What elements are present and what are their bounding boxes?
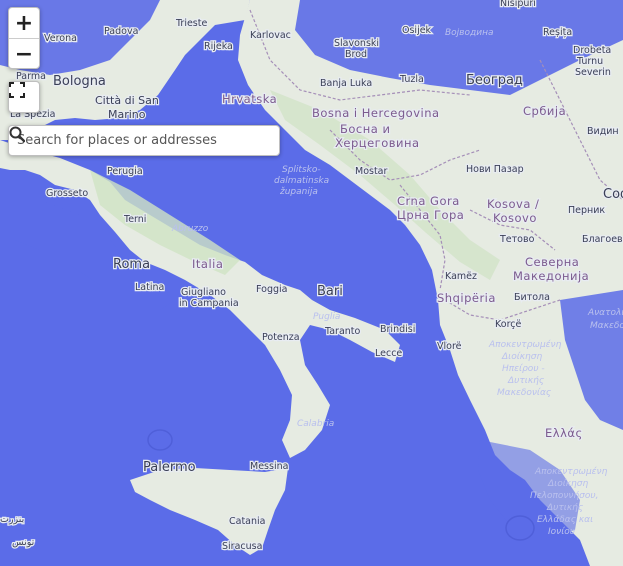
- label-palermo: Palermo: [143, 460, 196, 475]
- label-kamez: Kamëz: [445, 271, 477, 282]
- label-latina: Latina: [135, 282, 164, 293]
- label-karlovac: Karlovac: [250, 30, 291, 41]
- zoom-out-button[interactable]: −: [9, 38, 39, 68]
- label-calabria: Calabria: [297, 419, 334, 429]
- label-apok2: Διοίκηση: [501, 352, 542, 362]
- label-novi-pazar: Нови Пазар: [466, 164, 524, 175]
- label-catania: Catania: [229, 516, 265, 527]
- label-apok1: Αποκεντρωμένη: [488, 339, 562, 350]
- label-banja-luka: Banja Luka: [320, 78, 372, 89]
- label-ana-mak1: Ανατολική: [587, 308, 623, 318]
- label-trieste: Trieste: [175, 18, 207, 29]
- label-hrvatska: Hrvatska: [222, 92, 277, 106]
- label-messina: Messina: [250, 461, 288, 472]
- label-apok5: Μακεδονίας: [497, 388, 551, 398]
- label-verona: Verona: [44, 33, 77, 44]
- label-citta-san-marino: Città di San: [95, 94, 159, 107]
- label-apok-pel5: Ελλάδας και: [537, 515, 593, 525]
- label-severin: Severin: [575, 67, 611, 78]
- label-blagoevgrad: Благоев: [582, 234, 623, 245]
- label-tunis: تونس: [12, 537, 35, 548]
- label-osijek: Osijek: [402, 25, 432, 36]
- label-vlore: Vlorë: [437, 341, 462, 352]
- map-view[interactable]: Padova Verona Trieste Rijeka Karlovac Sl…: [0, 0, 623, 566]
- label-resita: Reșița: [543, 27, 572, 38]
- label-grosseto: Grosseto: [46, 188, 88, 199]
- label-brindisi: Brindisi: [380, 324, 415, 335]
- fullscreen-button[interactable]: [8, 81, 40, 113]
- search-box: [8, 125, 280, 156]
- label-beograd: Београд: [466, 73, 523, 88]
- label-tetovo: Тетово: [499, 234, 535, 245]
- search-button[interactable]: [9, 126, 279, 155]
- label-abruzzo: Abruzzo: [171, 224, 209, 234]
- search-icon: [9, 126, 25, 142]
- label-srbija: Србија: [523, 104, 566, 118]
- label-italia: Italia: [192, 257, 223, 271]
- label-terni: Terni: [123, 214, 146, 225]
- label-apok-pel1: Αποκεντρωμένη: [534, 466, 608, 477]
- label-vojvodina: Војводина: [445, 28, 493, 38]
- label-slavonski: Slavonski: [334, 38, 379, 49]
- label-giugliano1: Giugliano: [181, 287, 226, 298]
- label-sev-mak2: Македонија: [513, 269, 589, 283]
- label-korce: Korçë: [495, 319, 521, 330]
- label-apok-pel6: Ιονίου: [548, 527, 575, 537]
- label-bih1: Bosna i Hercegovina: [312, 106, 440, 120]
- label-cg2: Црна Гора: [397, 208, 464, 222]
- label-cg1: Crna Gora: [397, 194, 460, 208]
- label-shqiperia: Shqipëria: [437, 291, 496, 305]
- label-vidin: Видин: [587, 126, 619, 137]
- label-bih2: Босна и: [340, 122, 390, 136]
- fullscreen-icon: [9, 82, 25, 98]
- label-ellas: Ελλάς: [545, 426, 583, 440]
- label-tuzla: Tuzla: [399, 74, 424, 85]
- label-pernik: Перник: [568, 205, 605, 216]
- label-puglia: Puglia: [313, 312, 340, 322]
- label-mostar: Mostar: [355, 166, 388, 177]
- label-siracusa: Siracusa: [222, 541, 262, 552]
- label-perugia: Perugia: [107, 166, 143, 177]
- label-turnu: Turnu: [576, 56, 603, 67]
- label-sofia: Соф: [603, 187, 623, 202]
- label-brod: Brod: [345, 49, 367, 60]
- zoom-control: + −: [8, 7, 40, 69]
- label-split-sea3: županija: [279, 187, 318, 197]
- label-sev-mak1: Северна: [525, 255, 579, 269]
- label-padova: Padova: [104, 26, 138, 37]
- label-apok-pel4: Δυτικής: [546, 503, 583, 513]
- map-tiles[interactable]: Padova Verona Trieste Rijeka Karlovac Sl…: [0, 0, 623, 566]
- label-ana-mak2: Μακεδονία: [590, 321, 623, 331]
- label-split-sea2: dalmatinska: [274, 176, 329, 186]
- label-lecce: Lecce: [375, 348, 402, 359]
- label-foggia: Foggia: [256, 284, 287, 295]
- search-input[interactable]: [9, 126, 251, 155]
- label-bari: Bari: [317, 284, 343, 299]
- label-split-sea1: Splitsko-: [282, 165, 321, 175]
- label-bih3: Херцеговина: [335, 136, 420, 150]
- label-giugliano2: in Campania: [179, 298, 239, 309]
- zoom-in-button[interactable]: +: [9, 8, 39, 38]
- label-drobeta: Drobeta: [573, 45, 611, 56]
- label-potenza: Potenza: [262, 332, 300, 343]
- label-bitola: Битола: [514, 292, 550, 303]
- label-apok4: Δυτικής: [507, 376, 544, 386]
- label-apok-pel2: Διοίκηση: [547, 479, 588, 489]
- label-marino: Marino: [108, 108, 146, 121]
- label-apok3: Ηπείρου -: [502, 364, 545, 374]
- label-roma: Roma: [113, 257, 150, 272]
- label-taranto: Taranto: [324, 326, 361, 337]
- label-rijeka: Rijeka: [204, 41, 233, 52]
- label-bizerte: بنزرت: [0, 514, 24, 525]
- label-bologna: Bologna: [53, 74, 106, 89]
- label-kosova2: Kosovo: [493, 211, 537, 225]
- label-kosova1: Kosova /: [487, 197, 539, 211]
- label-nisipuri: Nisipuri: [500, 0, 536, 9]
- label-apok-pel3: Πελοποννήσου,: [530, 491, 598, 501]
